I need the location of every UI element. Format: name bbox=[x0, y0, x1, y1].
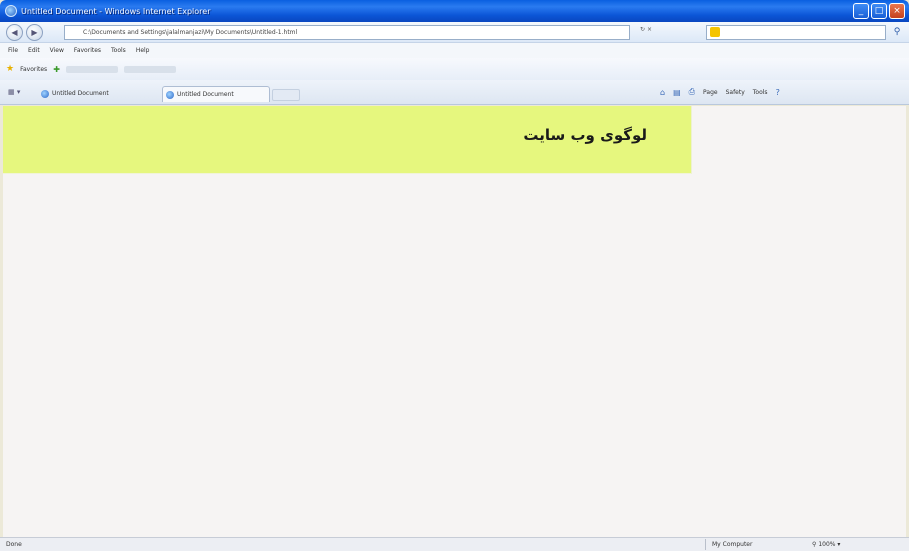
menu-view[interactable]: View bbox=[50, 47, 64, 54]
status-text: Done bbox=[6, 541, 22, 548]
search-button[interactable]: ⚲ bbox=[888, 25, 906, 40]
stop-button[interactable]: × bbox=[647, 26, 652, 33]
status-bar: Done My Computer ⚲ 100% ▾ bbox=[0, 537, 909, 551]
close-button[interactable]: × bbox=[889, 3, 905, 19]
status-divider bbox=[705, 539, 706, 550]
favorites-bar: ★ Favorites ✚ bbox=[0, 58, 909, 80]
back-arrow-icon[interactable]: ◀ bbox=[6, 24, 23, 41]
menu-help[interactable]: Help bbox=[136, 47, 150, 54]
address-tools: ↻ × bbox=[640, 26, 652, 33]
home-icon[interactable]: ⌂ bbox=[660, 88, 665, 97]
tab-label: Untitled Document bbox=[177, 91, 234, 98]
minimize-button[interactable]: _ bbox=[853, 3, 869, 19]
page-content: لوگوی وب سایت bbox=[3, 106, 906, 537]
search-provider-icon[interactable] bbox=[710, 27, 720, 37]
feeds-icon[interactable]: ▤ bbox=[673, 88, 681, 97]
zoom-level: 100% bbox=[818, 541, 836, 548]
zoom-control[interactable]: ⚲ 100% ▾ bbox=[812, 541, 840, 548]
favorite-link[interactable] bbox=[123, 65, 176, 73]
search-input[interactable] bbox=[706, 25, 886, 40]
tab-untitled-document-1[interactable]: Untitled Document bbox=[38, 86, 148, 102]
help-icon[interactable]: ? bbox=[776, 88, 780, 97]
new-tab-button[interactable] bbox=[272, 89, 300, 101]
ie-logo-icon bbox=[5, 5, 17, 17]
site-logo-text: لوگوی وب سایت bbox=[523, 126, 647, 144]
favorite-link[interactable] bbox=[65, 65, 118, 73]
title-bar: Untitled Document - Windows Internet Exp… bbox=[0, 0, 909, 22]
ie-page-icon bbox=[166, 91, 174, 99]
favorites-button[interactable]: Favorites bbox=[20, 66, 47, 73]
forward-arrow-icon[interactable]: ▶ bbox=[26, 24, 43, 41]
security-zone: My Computer bbox=[712, 541, 753, 548]
page-menu[interactable]: Page bbox=[703, 89, 718, 96]
add-favorite-icon[interactable]: ✚ bbox=[53, 65, 60, 74]
print-icon[interactable]: ⎙ bbox=[689, 87, 695, 97]
menu-tools[interactable]: Tools bbox=[111, 47, 126, 54]
tools-menu[interactable]: Tools bbox=[753, 89, 768, 96]
tab-row: ▦ ▾ Untitled Document Untitled Document … bbox=[0, 80, 909, 105]
address-bar: ◀ ▶ C:\Documents and Settings\jalalmanja… bbox=[0, 22, 909, 43]
tab-label: Untitled Document bbox=[52, 90, 109, 97]
menu-edit[interactable]: Edit bbox=[28, 47, 40, 54]
tab-untitled-document-2[interactable]: Untitled Document bbox=[162, 86, 270, 102]
ie-page-icon bbox=[41, 90, 49, 98]
url-input[interactable]: C:\Documents and Settings\jalalmanjazi\M… bbox=[64, 25, 630, 40]
quick-tabs-icon[interactable]: ▦ ▾ bbox=[8, 88, 20, 96]
site-header: لوگوی وب سایت bbox=[3, 106, 692, 174]
maximize-button[interactable]: □ bbox=[871, 3, 887, 19]
favorites-star-icon[interactable]: ★ bbox=[6, 64, 14, 74]
command-bar: ⌂ ▤ ⎙ Page Safety Tools ? bbox=[660, 87, 780, 97]
safety-menu[interactable]: Safety bbox=[726, 89, 745, 96]
refresh-button[interactable]: ↻ bbox=[640, 26, 645, 33]
window-controls: _ □ × bbox=[853, 3, 905, 19]
window-title: Untitled Document - Windows Internet Exp… bbox=[21, 6, 211, 16]
menu-bar: File Edit View Favorites Tools Help bbox=[0, 43, 909, 58]
menu-file[interactable]: File bbox=[8, 47, 18, 54]
menu-favorites[interactable]: Favorites bbox=[74, 47, 101, 54]
